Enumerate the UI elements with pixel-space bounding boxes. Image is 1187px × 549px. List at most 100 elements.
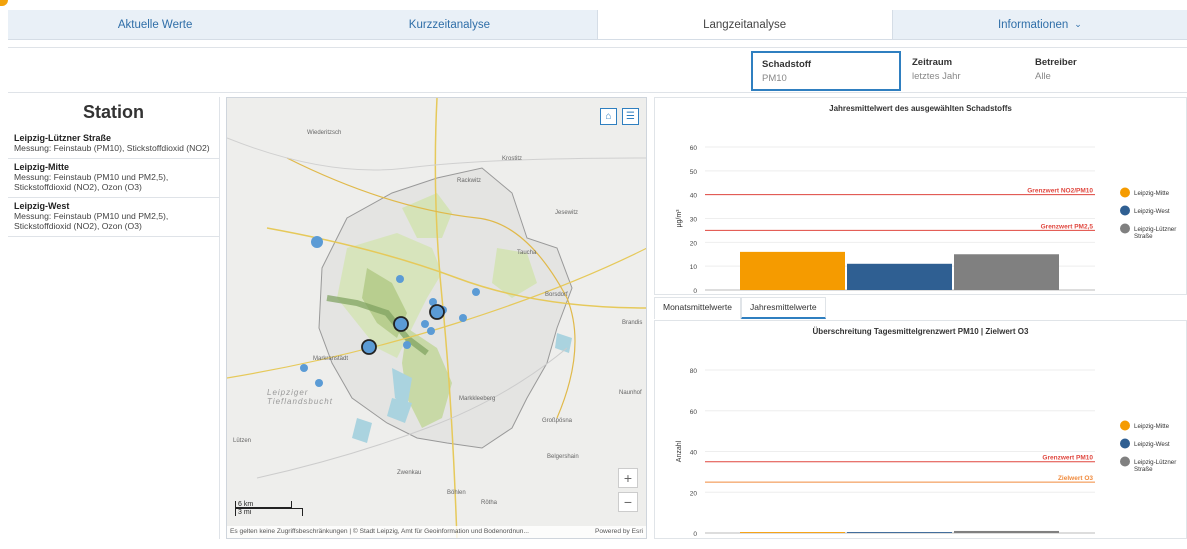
pollutant-label: Schadstoff <box>762 59 812 70</box>
powered-by: Powered by Esri <box>594 528 643 535</box>
map-label: Leipziger Tieflandsbucht <box>267 388 333 406</box>
filter-bar: Schadstoff PM10 Zeitraum letztes Jahr Be… <box>8 47 1187 93</box>
tab-langzeitanalyse[interactable]: Langzeitanalyse <box>596 10 893 39</box>
station-desc: Messung: Feinstaub (PM10 und PM2,5), Sti… <box>14 211 169 231</box>
y-tick-label: 80 <box>690 368 698 375</box>
attribution-text: Es gelten keine Zugriffsbeschränkungen |… <box>230 528 529 535</box>
exceedance-chart: 020406080Anzahl2023Grenzwert PM10Zielwer… <box>676 368 1176 546</box>
reference-line-label: Grenzwert PM10 <box>1042 455 1093 462</box>
chart-title: Überschreitung Tagesmittelgrenzwert PM10… <box>812 327 1029 336</box>
bar <box>954 530 1059 533</box>
bar <box>740 251 845 290</box>
map-label: Naunhof <box>619 390 642 396</box>
station-item[interactable]: Leipzig-Lützner Straße Messung: Feinstau… <box>8 130 219 159</box>
station-name: Leipzig-West <box>14 201 70 211</box>
bar <box>847 532 952 533</box>
legend-marker <box>1120 205 1130 216</box>
y-tick-label: 40 <box>690 450 698 457</box>
map-label: Böhlen <box>447 490 466 496</box>
app-logo <box>0 0 8 6</box>
y-axis-label: Anzahl <box>676 440 683 462</box>
station-item[interactable]: Leipzig-West Messung: Feinstaub (PM10 un… <box>8 198 219 237</box>
y-tick-label: 20 <box>690 240 698 247</box>
y-tick-label: 20 <box>690 490 698 497</box>
map-label: Zwenkau <box>397 470 422 476</box>
station-desc: Messung: Feinstaub (PM10), Stickstoffdio… <box>14 143 210 153</box>
y-tick-label: 10 <box>690 264 698 271</box>
chart-title: Jahresmittelwert des ausgewählten Schads… <box>829 104 1012 113</box>
zoom-out-button[interactable]: − <box>618 492 638 512</box>
tab-aktuelle-werte[interactable]: Aktuelle Werte <box>8 10 302 39</box>
legend-marker <box>1120 438 1130 449</box>
scale-bar: 6 km 3 mi <box>235 501 303 516</box>
tab-jahresmittelwerte[interactable]: Jahresmittelwerte <box>740 297 826 319</box>
legend-label: Leipzig-Mitte <box>1134 190 1170 197</box>
y-tick-label: 0 <box>693 288 697 293</box>
y-tick-label: 50 <box>690 169 698 176</box>
map-label: Großpösna <box>542 418 573 424</box>
y-tick-label: 0 <box>693 531 697 536</box>
map-label: Belgershain <box>547 454 579 460</box>
pollutant-select[interactable]: Schadstoff PM10 <box>751 51 901 91</box>
home-icon[interactable]: ⌂ <box>600 108 617 125</box>
legend-label: Leipzig-West <box>1134 441 1170 448</box>
map-canvas[interactable] <box>227 98 647 539</box>
operator-label: Betreiber <box>1035 57 1077 68</box>
map-label: Markranstädt <box>313 356 349 362</box>
y-tick-label: 60 <box>690 409 698 416</box>
reference-line-label: Grenzwert NO2/PM10 <box>1027 188 1093 195</box>
station-panel: Station Leipzig-Lützner Straße Messung: … <box>8 97 220 539</box>
annual-mean-chart: 0102030405060µg/m³2023Grenzwert NO2/PM10… <box>676 145 1176 303</box>
operator-value: Alle <box>1035 71 1051 82</box>
chevron-down-icon: ⌄ <box>1074 19 1082 29</box>
map-label: Markkleeberg <box>459 396 496 402</box>
tab-monatsmittelwerte[interactable]: Monatsmittelwerte <box>654 297 741 319</box>
map-label: Brandis <box>622 320 643 326</box>
station-title: Station <box>83 102 144 122</box>
operator-select[interactable]: Betreiber Alle <box>1026 51 1176 91</box>
legend-label: Leipzig-West <box>1134 208 1170 215</box>
scale-mi: 3 mi <box>235 508 303 516</box>
map-label: Rackwitz <box>457 178 482 184</box>
legend-label: Leipzig-Lützner Straße <box>1134 226 1176 240</box>
map-label: Krostitz <box>502 156 523 162</box>
station-name: Leipzig-Lützner Straße <box>14 133 112 143</box>
scale-km: 6 km <box>235 501 292 508</box>
map-label: Jesewitz <box>555 210 579 216</box>
bar <box>847 263 952 290</box>
reference-line-label: Grenzwert PM2,5 <box>1041 223 1094 230</box>
exceedance-chart-panel: Überschreitung Tagesmittelgrenzwert PM10… <box>654 320 1187 546</box>
annual-mean-chart-panel: Jahresmittelwert des ausgewählten Schads… <box>654 97 1187 303</box>
station-name: Leipzig-Mitte <box>14 162 69 172</box>
map-attribution: Es gelten keine Zugriffsbeschränkungen |… <box>227 526 646 538</box>
station-map[interactable]: Wiederitzsch Rackwitz Krostitz Jesewitz … <box>226 97 647 539</box>
legend-label: Leipzig-Lützner Straße <box>1134 459 1176 473</box>
legend-marker <box>1120 187 1130 198</box>
legend-label: Leipzig-Mitte <box>1134 423 1170 430</box>
tab-informationen[interactable]: Informationen ⌄ <box>893 10 1187 39</box>
period-label: Zeitraum <box>912 57 953 68</box>
reference-line-label: Zielwert O3 <box>1058 475 1093 482</box>
legend-marker <box>1120 420 1130 431</box>
period-value: letztes Jahr <box>912 71 961 82</box>
map-label: Rötha <box>481 500 498 506</box>
chart-tabs: Monatsmittelwerte Jahresmittelwerte <box>654 297 826 319</box>
legend-marker <box>1120 456 1130 467</box>
map-label: Wiederitzsch <box>307 130 342 136</box>
bar <box>740 532 845 533</box>
map-label: Borsdorf <box>545 292 568 298</box>
list-icon[interactable]: ☰ <box>622 108 639 125</box>
map-label: Lützen <box>233 438 252 444</box>
y-tick-label: 40 <box>690 193 698 200</box>
y-tick-label: 60 <box>690 145 698 152</box>
legend-marker <box>1120 223 1130 234</box>
tab-kurzzeitanalyse[interactable]: Kurzzeitanalyse <box>302 10 596 39</box>
bar <box>954 254 1059 290</box>
y-tick-label: 30 <box>690 217 698 224</box>
y-axis-label: µg/m³ <box>676 209 683 228</box>
main-nav: Aktuelle Werte Kurzzeitanalyse Langzeita… <box>8 10 1187 40</box>
zoom-in-button[interactable]: + <box>618 468 638 488</box>
pollutant-value: PM10 <box>762 73 787 84</box>
map-label: Taucha <box>517 250 537 256</box>
station-item[interactable]: Leipzig-Mitte Messung: Feinstaub (PM10 u… <box>8 159 219 198</box>
